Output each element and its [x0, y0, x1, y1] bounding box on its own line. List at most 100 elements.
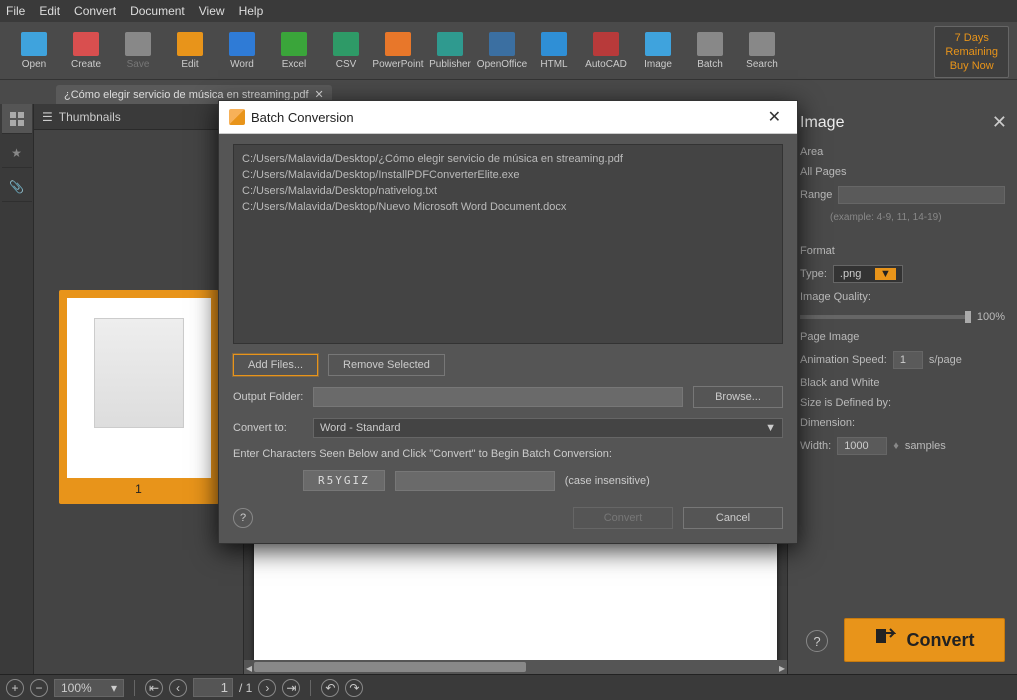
- search-icon: [749, 32, 775, 56]
- html-button[interactable]: HTML: [528, 24, 580, 78]
- dialog-close-icon[interactable]: ✕: [762, 107, 787, 127]
- thumbnail-number: 1: [67, 478, 211, 496]
- next-page-icon[interactable]: ›: [258, 679, 276, 697]
- width-input[interactable]: [837, 437, 887, 455]
- openoffice-button[interactable]: OpenOffice: [476, 24, 528, 78]
- zoom-value: 100%: [61, 681, 92, 695]
- remove-selected-button[interactable]: Remove Selected: [328, 354, 445, 376]
- page-image-label: Page Image: [800, 331, 1005, 343]
- file-list-item[interactable]: C:/Users/Malavida/Desktop/nativelog.txt: [242, 183, 774, 199]
- hamburger-icon[interactable]: ☰: [42, 110, 53, 124]
- file-list-item[interactable]: C:/Users/Malavida/Desktop/¿Cómo elegir s…: [242, 151, 774, 167]
- save-icon: [125, 32, 151, 56]
- rotate-right-icon[interactable]: ↷: [345, 679, 363, 697]
- file-list-item[interactable]: C:/Users/Malavida/Desktop/Nuevo Microsof…: [242, 199, 774, 215]
- all-pages-option[interactable]: All Pages: [800, 166, 1005, 178]
- output-folder-input[interactable]: [313, 387, 683, 407]
- horizontal-scrollbar[interactable]: ◂ ▸: [244, 660, 787, 674]
- file-list[interactable]: C:/Users/Malavida/Desktop/¿Cómo elegir s…: [233, 144, 783, 344]
- trial-buy-now[interactable]: Buy Now: [945, 59, 998, 73]
- menu-file[interactable]: File: [6, 4, 25, 18]
- excel-button[interactable]: Excel: [268, 24, 320, 78]
- open-button[interactable]: Open: [8, 24, 60, 78]
- page-input[interactable]: [193, 678, 233, 697]
- type-value: .png: [840, 268, 861, 280]
- dialog-title: Batch Conversion: [251, 110, 756, 125]
- view-grid-icon[interactable]: [2, 104, 32, 134]
- browse-button[interactable]: Browse...: [693, 386, 783, 408]
- tool-label: PowerPoint: [372, 59, 423, 70]
- tool-label: Edit: [181, 59, 198, 70]
- trial-remaining: Remaining: [945, 45, 998, 59]
- size-defined-label: Size is Defined by:: [800, 397, 1005, 409]
- menu-edit[interactable]: Edit: [39, 4, 60, 18]
- publisher-button[interactable]: Publisher: [424, 24, 476, 78]
- thumbnail-page-1[interactable]: 1: [59, 290, 219, 504]
- convert-to-label: Convert to:: [233, 422, 303, 434]
- favorite-icon[interactable]: ★: [2, 138, 32, 168]
- trial-status[interactable]: 7 Days Remaining Buy Now: [934, 26, 1009, 78]
- chevron-down-icon[interactable]: ▼: [875, 268, 896, 280]
- csv-button[interactable]: CSV: [320, 24, 372, 78]
- file-list-item[interactable]: C:/Users/Malavida/Desktop/InstallPDFConv…: [242, 167, 774, 183]
- zoom-in-icon[interactable]: +: [6, 679, 24, 697]
- range-input[interactable]: [838, 186, 1005, 204]
- captcha-display: R5YGIZ: [303, 470, 385, 491]
- word-button[interactable]: Word: [216, 24, 268, 78]
- dialog-convert-button[interactable]: Convert: [573, 507, 673, 529]
- batch-conversion-dialog: Batch Conversion ✕ C:/Users/Malavida/Des…: [218, 100, 798, 544]
- anim-unit: s/page: [929, 354, 962, 366]
- help-icon[interactable]: ?: [806, 630, 828, 652]
- image-button[interactable]: Image: [632, 24, 684, 78]
- anim-speed-input[interactable]: [893, 351, 923, 369]
- publisher-icon: [437, 32, 463, 56]
- trial-days: 7 Days: [945, 31, 998, 45]
- scrollbar-thumb[interactable]: [254, 662, 526, 672]
- menu-view[interactable]: View: [199, 4, 225, 18]
- word-icon: [229, 32, 255, 56]
- quality-slider[interactable]: [800, 315, 971, 319]
- bw-option[interactable]: Black and White: [800, 377, 1005, 389]
- prev-page-icon[interactable]: ‹: [169, 679, 187, 697]
- rotate-left-icon[interactable]: ↶: [321, 679, 339, 697]
- output-folder-label: Output Folder:: [233, 391, 303, 403]
- thumbnails-title: Thumbnails: [59, 110, 121, 124]
- convert-button[interactable]: Convert: [844, 618, 1005, 662]
- close-panel-icon[interactable]: ✕: [992, 112, 1007, 133]
- type-select[interactable]: .png ▼: [833, 265, 903, 283]
- batch-button[interactable]: Batch: [684, 24, 736, 78]
- dialog-cancel-button[interactable]: Cancel: [683, 507, 783, 529]
- zoom-select[interactable]: 100% ▾: [54, 679, 124, 697]
- create-button[interactable]: Create: [60, 24, 112, 78]
- powerpoint-button[interactable]: PowerPoint: [372, 24, 424, 78]
- conversion-panel: ✕ Image Area All Pages Range (example: 4…: [787, 104, 1017, 674]
- status-bar: + − 100% ▾ ⇤ ‹ / 1 › ⇥ ↶ ↷: [0, 674, 1017, 700]
- range-label: Range: [800, 189, 832, 201]
- batch-icon: [697, 32, 723, 56]
- chevron-down-icon[interactable]: ▾: [111, 681, 117, 695]
- range-example: (example: 4-9, 11, 14-19): [830, 212, 1005, 223]
- convert-to-select[interactable]: Word - Standard ▼: [313, 418, 783, 438]
- stepper-icon[interactable]: ♦: [893, 440, 899, 452]
- chevron-down-icon[interactable]: ▼: [765, 422, 776, 434]
- first-page-icon[interactable]: ⇤: [145, 679, 163, 697]
- search-button[interactable]: Search: [736, 24, 788, 78]
- edit-button[interactable]: Edit: [164, 24, 216, 78]
- dialog-help-icon[interactable]: ?: [233, 508, 253, 528]
- excel-icon: [281, 32, 307, 56]
- save-button[interactable]: Save: [112, 24, 164, 78]
- thumbnails-panel: ☰ Thumbnails 1: [34, 104, 244, 674]
- captcha-input[interactable]: [395, 471, 555, 491]
- create-icon: [73, 32, 99, 56]
- menu-help[interactable]: Help: [239, 4, 264, 18]
- menu-convert[interactable]: Convert: [74, 4, 116, 18]
- menu-document[interactable]: Document: [130, 4, 185, 18]
- attachment-icon[interactable]: 📎: [2, 172, 32, 202]
- zoom-out-icon[interactable]: −: [30, 679, 48, 697]
- autocad-icon: [593, 32, 619, 56]
- add-files-button[interactable]: Add Files...: [233, 354, 318, 376]
- convert-icon: [874, 627, 896, 654]
- last-page-icon[interactable]: ⇥: [282, 679, 300, 697]
- dialog-titlebar[interactable]: Batch Conversion ✕: [219, 101, 797, 134]
- autocad-button[interactable]: AutoCAD: [580, 24, 632, 78]
